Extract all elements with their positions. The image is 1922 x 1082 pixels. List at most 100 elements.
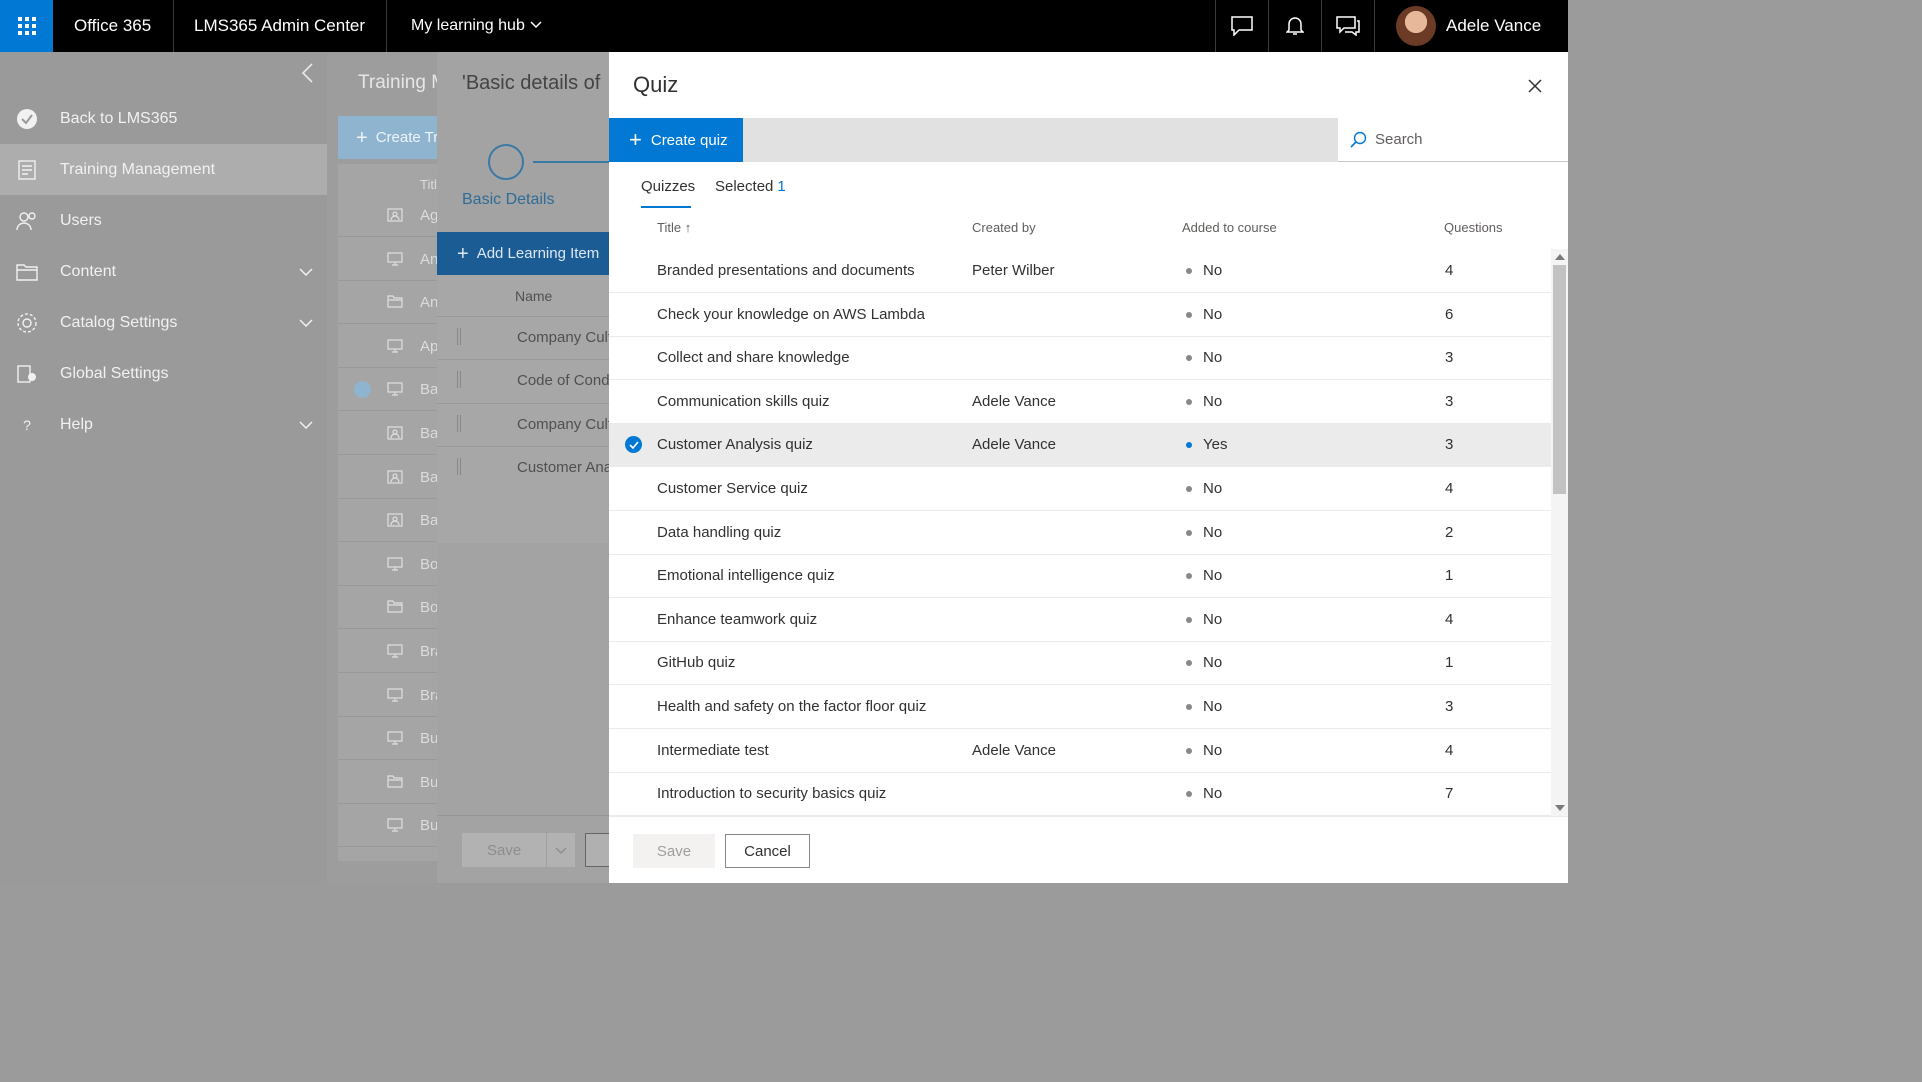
tab-label: Selected <box>715 178 774 195</box>
scrollbar[interactable] <box>1551 249 1568 816</box>
step-label[interactable]: Basic Details <box>462 191 554 209</box>
nav-content[interactable]: Content <box>0 246 327 297</box>
table-row[interactable]: Ap <box>338 325 448 368</box>
app-launcher-button[interactable] <box>0 0 53 52</box>
nav-users[interactable]: Users <box>0 195 327 246</box>
status-dot <box>1186 573 1192 580</box>
table-row[interactable]: Customer Analysis quiz Adele Vance Yes 3 <box>609 423 1551 468</box>
scroll-thumb[interactable] <box>1553 265 1566 494</box>
scroll-down-icon[interactable] <box>1555 805 1565 811</box>
panel-title: Quiz <box>633 72 679 97</box>
hub-dropdown[interactable]: My learning hub <box>411 0 525 52</box>
divider <box>1374 0 1375 52</box>
nav-back-to-lms365[interactable]: Back to LMS365 <box>0 93 327 144</box>
drag-handle-icon[interactable] <box>457 371 461 388</box>
row-checkbox[interactable] <box>625 436 642 454</box>
table-row[interactable]: Introduction to security basics quiz No 7 <box>609 772 1551 816</box>
column-header-questions[interactable]: Questions <box>1444 220 1503 235</box>
quiz-panel: Quiz + Create quiz Search Quizzes Select… <box>609 52 1568 883</box>
table-row[interactable]: Ba <box>338 412 448 455</box>
user-name[interactable]: Adele Vance <box>1446 0 1541 52</box>
table-row[interactable]: Health and safety on the factor floor qu… <box>609 685 1551 729</box>
table-row[interactable]: Bra <box>338 630 448 673</box>
table-row[interactable]: Bo <box>338 543 448 586</box>
table-row[interactable]: Ba <box>338 456 448 499</box>
table-row[interactable]: Communication skills quiz Adele Vance No 3 <box>609 380 1551 424</box>
drag-handle-icon[interactable] <box>457 415 461 432</box>
table-row[interactable]: Bu <box>338 761 448 804</box>
nav-training-management[interactable]: Training Management <box>0 144 327 195</box>
table-row[interactable]: Data handling quiz No 2 <box>609 511 1551 555</box>
column-header-title[interactable]: Titl <box>420 177 437 192</box>
table-row[interactable]: Check your knowledge on AWS Lambda No 6 <box>609 293 1551 337</box>
add-learning-item-button[interactable]: + Add Learning Item <box>437 232 609 275</box>
chevron-down-icon[interactable] <box>299 318 313 327</box>
chevron-down-icon[interactable] <box>530 21 542 29</box>
nav-help[interactable]: ? Help <box>0 399 327 450</box>
table-row[interactable]: Ag <box>338 194 448 237</box>
avatar[interactable] <box>1396 6 1436 46</box>
tab-selected[interactable]: Selected 1 <box>715 178 786 195</box>
search-input[interactable]: Search <box>1375 131 1423 148</box>
table-row[interactable]: Enhance teamwork quiz No 4 <box>609 598 1551 642</box>
column-header-name[interactable]: Name <box>515 288 552 304</box>
hub-label: My learning hub <box>411 17 525 34</box>
tab-quizzes[interactable]: Quizzes <box>641 178 695 208</box>
nav-label: Catalog Settings <box>60 313 178 331</box>
table-row[interactable]: Bra <box>338 674 448 717</box>
feedback-button[interactable] <box>1322 0 1374 52</box>
drag-handle-icon[interactable] <box>457 328 461 345</box>
settings-doc-icon <box>16 363 38 385</box>
chat-button[interactable] <box>1216 0 1268 52</box>
office-365-link[interactable]: Office 365 <box>74 0 151 52</box>
quiz-footer: Save Cancel <box>609 816 1568 883</box>
list-item[interactable]: Code of Condu <box>437 359 609 402</box>
basic-save-button[interactable]: Save <box>462 833 575 867</box>
table-row[interactable]: Branded presentations and documents Peter… <box>609 249 1551 293</box>
table-row[interactable]: Intermediate test Adele Vance No 4 <box>609 729 1551 773</box>
plus-icon: + <box>629 127 642 152</box>
row-checkbox[interactable] <box>354 381 371 399</box>
nav-catalog-settings[interactable]: Catalog Settings <box>0 297 327 348</box>
nav-label: Global Settings <box>60 364 169 382</box>
chevron-down-icon[interactable] <box>299 267 313 276</box>
column-header-added[interactable]: Added to course <box>1182 220 1277 235</box>
nav-global-settings[interactable]: Global Settings <box>0 348 327 399</box>
drag-handle-icon[interactable] <box>457 458 461 475</box>
table-row[interactable]: An <box>338 238 448 281</box>
save-button[interactable]: Save <box>633 834 715 868</box>
list-item[interactable]: Company Cultu <box>437 316 609 359</box>
notifications-button[interactable] <box>1269 0 1321 52</box>
scroll-up-icon[interactable] <box>1555 254 1565 260</box>
step-indicator[interactable] <box>488 144 524 180</box>
list-item[interactable]: Company Cultu <box>437 403 609 446</box>
table-row[interactable]: An <box>338 281 448 325</box>
table-row[interactable]: Customer Service quiz No 4 <box>609 467 1551 511</box>
create-quiz-button[interactable]: + Create quiz <box>609 118 743 162</box>
create-training-button[interactable]: + Create Tr <box>338 116 448 159</box>
created-by: Adele Vance <box>972 436 1056 454</box>
quiz-title: Enhance teamwork quiz <box>657 610 818 628</box>
cancel-button[interactable]: Cancel <box>725 834 810 868</box>
table-row[interactable]: Ba <box>338 499 448 543</box>
collapse-nav-icon[interactable] <box>301 63 313 83</box>
table-row[interactable]: Bo <box>338 586 448 630</box>
table-row[interactable]: GitHub quiz No 1 <box>609 641 1551 686</box>
table-row[interactable]: Emotional intelligence quiz No 1 <box>609 554 1551 599</box>
table-row[interactable]: Ba <box>338 368 448 412</box>
chevron-down-icon[interactable] <box>546 833 575 867</box>
status-dot <box>1186 311 1192 318</box>
plus-icon: + <box>356 126 368 149</box>
table-row[interactable]: Bu <box>338 717 448 761</box>
gear-icon <box>16 312 38 334</box>
monitor-icon <box>387 731 403 745</box>
column-header-title[interactable]: Title ↑ <box>657 220 691 235</box>
chevron-down-icon[interactable] <box>299 420 313 429</box>
list-item[interactable]: Customer Anal <box>437 446 609 489</box>
table-row[interactable]: Collect and share knowledge No 3 <box>609 336 1551 381</box>
admin-center-title[interactable]: LMS365 Admin Center <box>194 0 365 52</box>
search-box[interactable]: Search <box>1338 118 1568 162</box>
column-header-created-by[interactable]: Created by <box>972 220 1036 235</box>
close-icon[interactable] <box>1525 76 1545 96</box>
table-row[interactable]: Bu <box>338 804 448 848</box>
